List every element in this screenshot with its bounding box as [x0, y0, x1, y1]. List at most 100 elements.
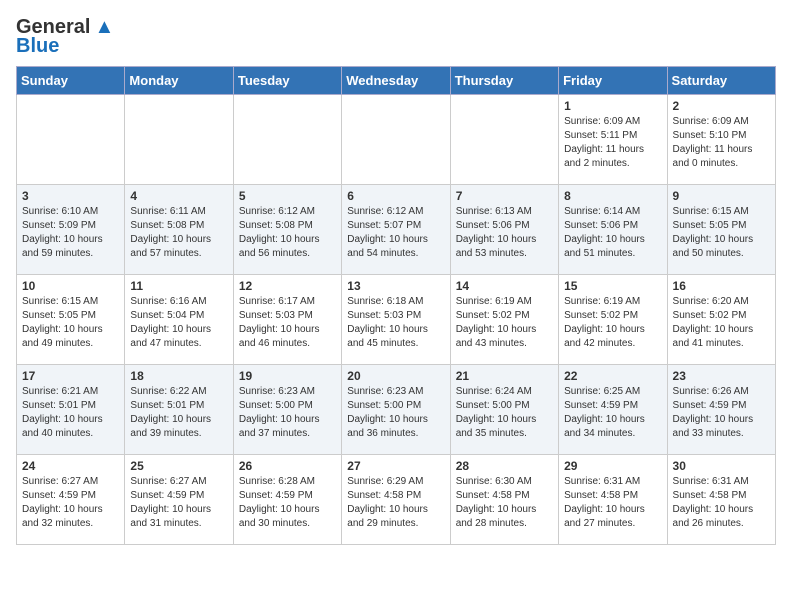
- calendar-day-header: Wednesday: [342, 67, 450, 95]
- day-info: Sunrise: 6:20 AM Sunset: 5:02 PM Dayligh…: [673, 295, 770, 351]
- day-number: 11: [130, 279, 227, 293]
- day-info: Sunrise: 6:19 AM Sunset: 5:02 PM Dayligh…: [564, 295, 661, 351]
- day-number: 18: [130, 369, 227, 383]
- day-number: 21: [456, 369, 553, 383]
- day-info: Sunrise: 6:27 AM Sunset: 4:59 PM Dayligh…: [22, 475, 119, 531]
- day-number: 3: [22, 189, 119, 203]
- calendar-cell: 21 Sunrise: 6:24 AM Sunset: 5:00 PM Dayli…: [450, 365, 558, 455]
- day-info: Sunrise: 6:29 AM Sunset: 4:58 PM Dayligh…: [347, 475, 444, 531]
- day-number: 4: [130, 189, 227, 203]
- calendar-cell: 5 Sunrise: 6:12 AM Sunset: 5:08 PM Daylig…: [233, 185, 341, 275]
- calendar-cell: 15 Sunrise: 6:19 AM Sunset: 5:02 PM Dayli…: [559, 275, 667, 365]
- day-number: 13: [347, 279, 444, 293]
- day-number: 24: [22, 459, 119, 473]
- day-number: 6: [347, 189, 444, 203]
- day-number: 8: [564, 189, 661, 203]
- day-number: 12: [239, 279, 336, 293]
- calendar-cell: 9 Sunrise: 6:15 AM Sunset: 5:05 PM Daylig…: [667, 185, 775, 275]
- day-number: 28: [456, 459, 553, 473]
- day-info: Sunrise: 6:16 AM Sunset: 5:04 PM Dayligh…: [130, 295, 227, 351]
- day-info: Sunrise: 6:22 AM Sunset: 5:01 PM Dayligh…: [130, 385, 227, 441]
- day-number: 9: [673, 189, 770, 203]
- calendar-cell: 23 Sunrise: 6:26 AM Sunset: 4:59 PM Dayli…: [667, 365, 775, 455]
- calendar-day-header: Monday: [125, 67, 233, 95]
- day-number: 10: [22, 279, 119, 293]
- day-info: Sunrise: 6:15 AM Sunset: 5:05 PM Dayligh…: [673, 205, 770, 261]
- day-number: 7: [456, 189, 553, 203]
- calendar-cell: 14Sunrise: 6:19 AM Sunset: 5:02 PM Dayli…: [450, 275, 558, 365]
- calendar-cell: 30 Sunrise: 6:31 AM Sunset: 4:58 PM Dayli…: [667, 455, 775, 545]
- logo: General ▲ Blue: [16, 16, 114, 58]
- day-info: Sunrise: 6:30 AM Sunset: 4:58 PM Dayligh…: [456, 475, 553, 531]
- calendar-cell: 28 Sunrise: 6:30 AM Sunset: 4:58 PM Dayli…: [450, 455, 558, 545]
- day-number: 19: [239, 369, 336, 383]
- calendar-cell: 8 Sunrise: 6:14 AM Sunset: 5:06 PM Daylig…: [559, 185, 667, 275]
- day-info: Sunrise: 6:25 AM Sunset: 4:59 PM Dayligh…: [564, 385, 661, 441]
- day-number: 15: [564, 279, 661, 293]
- day-number: 30: [673, 459, 770, 473]
- page-header: General ▲ Blue: [16, 16, 776, 58]
- day-info: Sunrise: 6:17 AM Sunset: 5:03 PM Dayligh…: [239, 295, 336, 351]
- day-number: 23: [673, 369, 770, 383]
- calendar-cell: 12 Sunrise: 6:17 AM Sunset: 5:03 PM Dayli…: [233, 275, 341, 365]
- calendar-cell: 7 Sunrise: 6:13 AM Sunset: 5:06 PM Daylig…: [450, 185, 558, 275]
- calendar-day-header: Saturday: [667, 67, 775, 95]
- day-info: Sunrise: 6:09 AM Sunset: 5:10 PM Dayligh…: [673, 115, 770, 171]
- day-number: 25: [130, 459, 227, 473]
- logo-bird-icon: ▲: [94, 16, 114, 39]
- day-info: Sunrise: 6:23 AM Sunset: 5:00 PM Dayligh…: [347, 385, 444, 441]
- day-info: Sunrise: 6:31 AM Sunset: 4:58 PM Dayligh…: [564, 475, 661, 531]
- day-number: 20: [347, 369, 444, 383]
- day-number: 27: [347, 459, 444, 473]
- day-number: 26: [239, 459, 336, 473]
- calendar-cell: 13 Sunrise: 6:18 AM Sunset: 5:03 PM Dayli…: [342, 275, 450, 365]
- day-number: 5: [239, 189, 336, 203]
- calendar-week-row: 10Sunrise: 6:15 AM Sunset: 5:05 PM Dayli…: [17, 275, 776, 365]
- day-number: 1: [564, 99, 661, 113]
- day-info: Sunrise: 6:24 AM Sunset: 5:00 PM Dayligh…: [456, 385, 553, 441]
- calendar-cell: 22 Sunrise: 6:25 AM Sunset: 4:59 PM Dayli…: [559, 365, 667, 455]
- day-number: 2: [673, 99, 770, 113]
- day-info: Sunrise: 6:21 AM Sunset: 5:01 PM Dayligh…: [22, 385, 119, 441]
- calendar-day-header: Thursday: [450, 67, 558, 95]
- calendar-day-header: Tuesday: [233, 67, 341, 95]
- day-info: Sunrise: 6:10 AM Sunset: 5:09 PM Dayligh…: [22, 205, 119, 261]
- day-info: Sunrise: 6:27 AM Sunset: 4:59 PM Dayligh…: [130, 475, 227, 531]
- day-info: Sunrise: 6:12 AM Sunset: 5:08 PM Dayligh…: [239, 205, 336, 261]
- calendar-table: SundayMondayTuesdayWednesdayThursdayFrid…: [16, 66, 776, 545]
- day-number: 29: [564, 459, 661, 473]
- day-info: Sunrise: 6:12 AM Sunset: 5:07 PM Dayligh…: [347, 205, 444, 261]
- day-info: Sunrise: 6:23 AM Sunset: 5:00 PM Dayligh…: [239, 385, 336, 441]
- calendar-day-header: Sunday: [17, 67, 125, 95]
- day-info: Sunrise: 6:11 AM Sunset: 5:08 PM Dayligh…: [130, 205, 227, 261]
- day-info: Sunrise: 6:18 AM Sunset: 5:03 PM Dayligh…: [347, 295, 444, 351]
- calendar-cell: 24 Sunrise: 6:27 AM Sunset: 4:59 PM Dayli…: [17, 455, 125, 545]
- calendar-header-row: SundayMondayTuesdayWednesdayThursdayFrid…: [17, 67, 776, 95]
- day-info: Sunrise: 6:26 AM Sunset: 4:59 PM Dayligh…: [673, 385, 770, 441]
- calendar-cell: 17 Sunrise: 6:21 AM Sunset: 5:01 PM Dayli…: [17, 365, 125, 455]
- calendar-week-row: 1 Sunrise: 6:09 AM Sunset: 5:11 PM Daylig…: [17, 95, 776, 185]
- calendar-cell: 16 Sunrise: 6:20 AM Sunset: 5:02 PM Dayli…: [667, 275, 775, 365]
- calendar-cell: 4 Sunrise: 6:11 AM Sunset: 5:08 PM Daylig…: [125, 185, 233, 275]
- day-number: 22: [564, 369, 661, 383]
- calendar-cell: 10Sunrise: 6:15 AM Sunset: 5:05 PM Dayli…: [17, 275, 125, 365]
- day-number: 17: [22, 369, 119, 383]
- day-info: Sunrise: 6:09 AM Sunset: 5:11 PM Dayligh…: [564, 115, 661, 171]
- calendar-cell: 11 Sunrise: 6:16 AM Sunset: 5:04 PM Dayli…: [125, 275, 233, 365]
- day-number: 16: [673, 279, 770, 293]
- day-info: Sunrise: 6:19 AM Sunset: 5:02 PM Dayligh…: [456, 295, 553, 351]
- calendar-cell: 3 Sunrise: 6:10 AM Sunset: 5:09 PM Daylig…: [17, 185, 125, 275]
- calendar-cell: 18 Sunrise: 6:22 AM Sunset: 5:01 PM Dayli…: [125, 365, 233, 455]
- calendar-cell: 2 Sunrise: 6:09 AM Sunset: 5:10 PM Daylig…: [667, 95, 775, 185]
- calendar-cell: 26Sunrise: 6:28 AM Sunset: 4:59 PM Dayli…: [233, 455, 341, 545]
- calendar-cell: [342, 95, 450, 185]
- calendar-week-row: 24 Sunrise: 6:27 AM Sunset: 4:59 PM Dayli…: [17, 455, 776, 545]
- calendar-cell: 19 Sunrise: 6:23 AM Sunset: 5:00 PM Dayli…: [233, 365, 341, 455]
- calendar-cell: 27 Sunrise: 6:29 AM Sunset: 4:58 PM Dayli…: [342, 455, 450, 545]
- day-info: Sunrise: 6:31 AM Sunset: 4:58 PM Dayligh…: [673, 475, 770, 531]
- calendar-cell: 29 Sunrise: 6:31 AM Sunset: 4:58 PM Dayli…: [559, 455, 667, 545]
- calendar-cell: 25 Sunrise: 6:27 AM Sunset: 4:59 PM Dayli…: [125, 455, 233, 545]
- day-info: Sunrise: 6:13 AM Sunset: 5:06 PM Dayligh…: [456, 205, 553, 261]
- day-info: Sunrise: 6:14 AM Sunset: 5:06 PM Dayligh…: [564, 205, 661, 261]
- calendar-week-row: 3 Sunrise: 6:10 AM Sunset: 5:09 PM Daylig…: [17, 185, 776, 275]
